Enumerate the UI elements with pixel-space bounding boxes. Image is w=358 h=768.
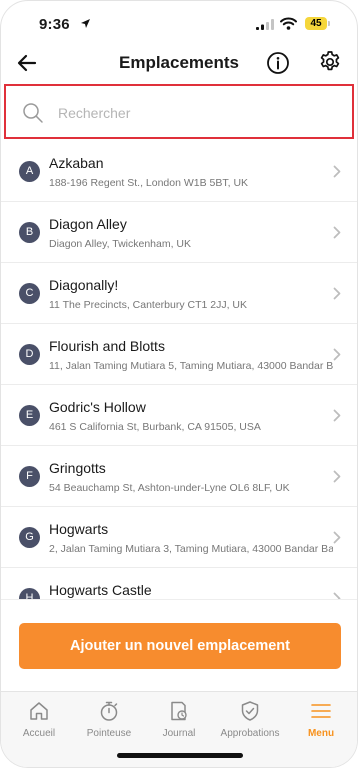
wifi-icon [280, 17, 297, 30]
chevron-right-icon [333, 165, 341, 178]
location-address: 54 Beauchamp St, Ashton-under-Lyne OL6 8… [49, 482, 290, 494]
add-location-button[interactable]: Ajouter un nouvel emplacement [19, 623, 341, 669]
gear-icon[interactable] [318, 50, 342, 74]
home-icon [30, 702, 48, 720]
search-icon [23, 103, 43, 123]
search-input[interactable] [56, 100, 340, 126]
chevron-right-icon [333, 592, 341, 599]
tab-journal[interactable]: Journal [144, 700, 214, 739]
tab-label: Accueil [22, 728, 56, 739]
location-arrow-icon [81, 19, 90, 28]
location-name: Diagonally! [49, 277, 119, 293]
location-avatar: A [19, 161, 40, 182]
list-item[interactable]: G Hogwarts 2, Jalan Taming Mutiara 3, Ta… [1, 507, 357, 568]
location-name: Godric's Hollow [49, 399, 146, 415]
tab-label: Pointeuse [86, 728, 132, 739]
location-avatar: H [19, 588, 40, 599]
tab-label: Journal [162, 728, 196, 739]
location-avatar: G [19, 527, 40, 548]
location-name: Flourish and Blotts [49, 338, 165, 354]
list-item[interactable]: A Azkaban 188-196 Regent St., London W1B… [1, 141, 357, 202]
journal-icon [171, 701, 187, 721]
tab-accueil[interactable]: Accueil [4, 700, 74, 739]
page-title: Emplacements [119, 53, 239, 72]
location-name: Azkaban [49, 155, 104, 171]
status-time: 9:36 [39, 16, 70, 33]
list-item[interactable]: C Diagonally! 11 The Precincts, Canterbu… [1, 263, 357, 324]
tab-approbations[interactable]: Approbations [215, 700, 285, 739]
tab-menu[interactable]: Menu [286, 700, 356, 739]
tab-label: Approbations [220, 728, 280, 739]
header: Emplacements [1, 45, 357, 81]
menu-icon [311, 704, 331, 718]
location-avatar: C [19, 283, 40, 304]
location-avatar: D [19, 344, 40, 365]
location-name: Diagon Alley [49, 216, 127, 232]
list-item[interactable]: E Godric's Hollow 461 S California St, B… [1, 385, 357, 446]
tab-pointeuse[interactable]: Pointeuse [74, 700, 144, 739]
chevron-right-icon [333, 531, 341, 544]
tab-label: Menu [307, 728, 335, 739]
list-item[interactable]: H Hogwarts Castle [1, 568, 357, 599]
location-address: 11, Jalan Taming Mutiara 5, Taming Mutia… [49, 360, 333, 372]
location-address: 2, Jalan Taming Mutiara 3, Taming Mutiar… [49, 543, 333, 555]
bottom-action-area: Ajouter un nouvel emplacement [1, 599, 357, 692]
search-bar[interactable] [4, 84, 354, 139]
info-icon[interactable] [266, 51, 290, 75]
list-item[interactable]: F Gringotts 54 Beauchamp St, Ashton-unde… [1, 446, 357, 507]
location-avatar: F [19, 466, 40, 487]
location-name: Hogwarts Castle [49, 582, 152, 598]
list-item[interactable]: B Diagon Alley Diagon Alley, Twickenham,… [1, 202, 357, 263]
list-item[interactable]: D Flourish and Blotts 11, Jalan Taming M… [1, 324, 357, 385]
chevron-right-icon [333, 226, 341, 239]
location-name: Hogwarts [49, 521, 109, 537]
battery-tip [328, 21, 330, 26]
location-avatar: B [19, 222, 40, 243]
chevron-right-icon [333, 409, 341, 422]
status-bar: 9:36 45 [1, 1, 357, 45]
chevron-right-icon [333, 287, 341, 300]
location-address: 188-196 Regent St., London W1B 5BT, UK [49, 177, 249, 189]
app-screen: 9:36 45 Emplacements Rechercher A Azkaba… [0, 0, 358, 768]
cellular-signal-icon [256, 19, 274, 30]
locations-list: A Azkaban 188-196 Regent St., London W1B… [1, 141, 357, 599]
stopwatch-icon [100, 701, 118, 721]
chevron-right-icon [333, 470, 341, 483]
location-address: 461 S California St, Burbank, CA 91505, … [49, 421, 261, 433]
location-address: 11 The Precincts, Canterbury CT1 2JJ, UK [49, 299, 248, 311]
location-address: Diagon Alley, Twickenham, UK [49, 238, 192, 250]
shield-check-icon [241, 701, 259, 721]
chevron-right-icon [333, 348, 341, 361]
home-indicator [117, 753, 243, 758]
location-name: Gringotts [49, 460, 106, 476]
location-avatar: E [19, 405, 40, 426]
battery-level: 45 [305, 17, 327, 30]
